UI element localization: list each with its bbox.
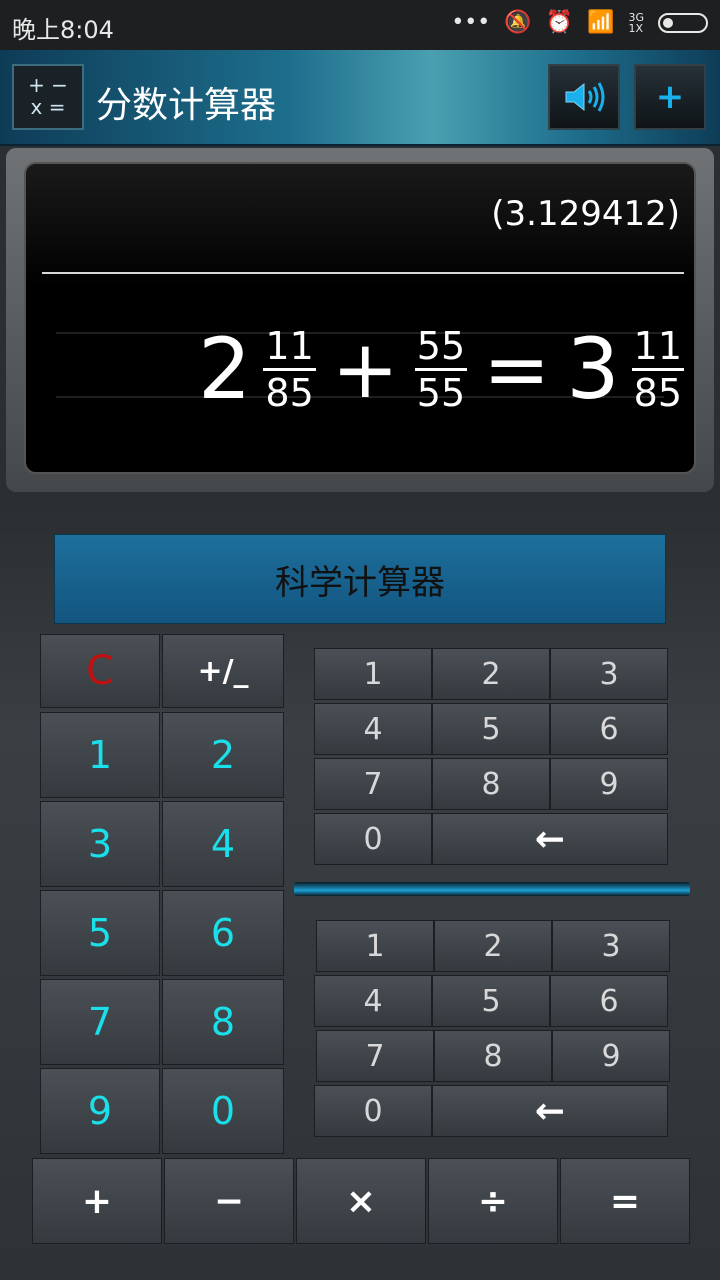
speaker-icon xyxy=(565,82,605,112)
result-display: (3.129412) 2 11 85 + 55 55 = 3 11 85 xyxy=(24,162,696,474)
denominator-digit-8[interactable]: 8 xyxy=(434,1030,552,1082)
clear-button[interactable]: C xyxy=(40,634,160,708)
status-time: 晚上8:04 xyxy=(12,16,114,44)
sign-toggle-button[interactable]: +/_ xyxy=(162,634,284,708)
decimal-value: (3.129412) xyxy=(491,194,680,234)
whole-digit-6[interactable]: 6 xyxy=(162,890,284,976)
numerator-digit-6[interactable]: 6 xyxy=(550,703,668,755)
multiply-button[interactable]: × xyxy=(296,1158,426,1244)
equals-symbol: = xyxy=(483,322,551,416)
numerator-digit-1[interactable]: 1 xyxy=(314,648,432,700)
app-bar: + − x = 分数计算器 + xyxy=(0,50,720,146)
scientific-calculator-button[interactable]: 科学计算器 xyxy=(54,534,666,624)
whole-digit-5[interactable]: 5 xyxy=(40,890,160,976)
equals-button[interactable]: = xyxy=(560,1158,690,1244)
app-logo-icon: + − x = xyxy=(12,64,84,130)
whole-digit-1[interactable]: 1 xyxy=(40,712,160,798)
fraction-bar-separator xyxy=(294,882,690,896)
whole-digit-7[interactable]: 7 xyxy=(40,979,160,1065)
denominator-digit-7[interactable]: 7 xyxy=(316,1030,434,1082)
operand1-whole: 2 xyxy=(197,320,252,418)
alarm-icon: ⏰ xyxy=(545,10,574,35)
add-button[interactable]: + xyxy=(634,64,706,130)
display-divider xyxy=(42,272,684,274)
numerator-digit-2[interactable]: 2 xyxy=(432,648,550,700)
numerator-digit-9[interactable]: 9 xyxy=(550,758,668,810)
numerator-digit-5[interactable]: 5 xyxy=(432,703,550,755)
numerator-digit-4[interactable]: 4 xyxy=(314,703,432,755)
whole-digit-9[interactable]: 9 xyxy=(40,1068,160,1154)
network-type: 3G 1X xyxy=(628,10,644,35)
result-whole: 3 xyxy=(566,320,620,418)
battery-icon xyxy=(658,12,708,33)
result-fraction: 11 85 xyxy=(631,323,684,415)
denominator-digit-1[interactable]: 1 xyxy=(316,920,434,972)
fraction-expression: 2 11 85 + 55 55 = 3 11 85 xyxy=(198,314,684,424)
whole-digit-8[interactable]: 8 xyxy=(162,979,284,1065)
denominator-digit-0[interactable]: 0 xyxy=(314,1085,432,1137)
denominator-digit-9[interactable]: 9 xyxy=(552,1030,670,1082)
denominator-digit-4[interactable]: 4 xyxy=(314,975,432,1027)
display-frame: (3.129412) 2 11 85 + 55 55 = 3 11 85 xyxy=(6,148,714,492)
numerator-digit-0[interactable]: 0 xyxy=(314,813,432,865)
minus-button[interactable]: − xyxy=(164,1158,294,1244)
wifi-icon: 📶 xyxy=(587,10,615,35)
numerator-digit-8[interactable]: 8 xyxy=(432,758,550,810)
vibrate-off-icon: 🔕 xyxy=(504,10,532,35)
status-bar: 晚上8:04 ••• 🔕 ⏰ 📶 3G 1X xyxy=(0,0,720,50)
numerator-digit-3[interactable]: 3 xyxy=(550,648,668,700)
more-icon: ••• xyxy=(451,10,491,35)
sound-toggle-button[interactable] xyxy=(548,64,620,130)
denominator-backspace-button[interactable]: ← xyxy=(432,1085,668,1137)
whole-digit-3[interactable]: 3 xyxy=(40,801,160,887)
whole-digit-0[interactable]: 0 xyxy=(162,1068,284,1154)
denominator-digit-2[interactable]: 2 xyxy=(434,920,552,972)
operand1-fraction: 11 85 xyxy=(263,323,316,415)
plus-icon: + xyxy=(655,77,685,117)
plus-button[interactable]: + xyxy=(32,1158,162,1244)
denominator-digit-3[interactable]: 3 xyxy=(552,920,670,972)
operand2-fraction: 55 55 xyxy=(414,323,468,415)
numerator-digit-7[interactable]: 7 xyxy=(314,758,432,810)
whole-digit-4[interactable]: 4 xyxy=(162,801,284,887)
whole-digit-2[interactable]: 2 xyxy=(162,712,284,798)
divide-button[interactable]: ÷ xyxy=(428,1158,558,1244)
status-icons: ••• 🔕 ⏰ 📶 3G 1X xyxy=(451,10,708,35)
numerator-backspace-button[interactable]: ← xyxy=(432,813,668,865)
denominator-digit-5[interactable]: 5 xyxy=(432,975,550,1027)
operator-symbol: + xyxy=(331,322,399,416)
app-title: 分数计算器 xyxy=(96,85,277,126)
denominator-digit-6[interactable]: 6 xyxy=(550,975,668,1027)
